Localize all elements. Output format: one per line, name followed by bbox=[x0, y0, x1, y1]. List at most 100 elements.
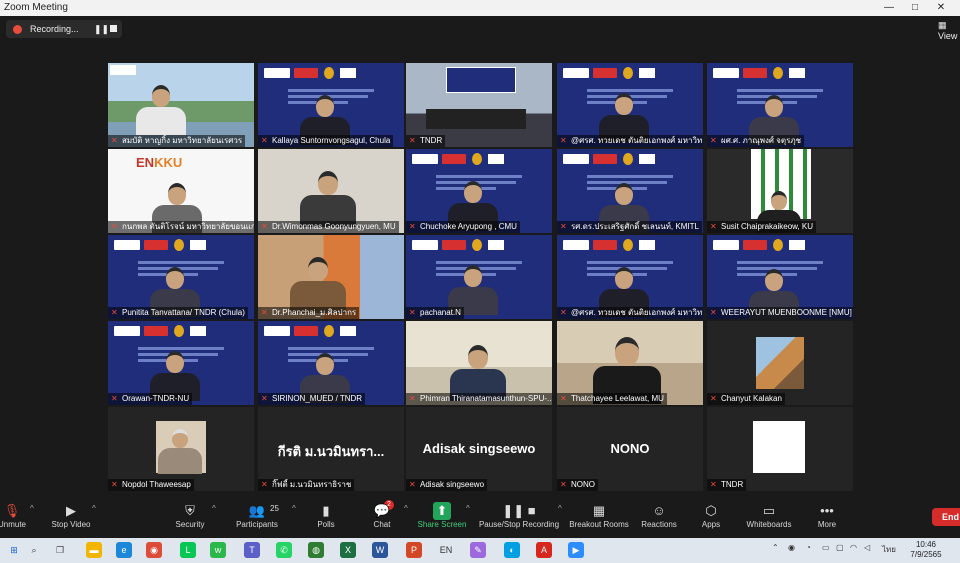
options-caret-icon[interactable]: ^ bbox=[558, 504, 562, 513]
participant-name-label: Nopdol Thaweesap bbox=[108, 479, 194, 491]
options-caret-icon[interactable]: ^ bbox=[404, 504, 408, 513]
security-label: Security bbox=[175, 520, 205, 529]
participant-tile[interactable]: ENKKU กนกพล ตันติโรจน์ มหาวิทยาลัยขอนแก่น… bbox=[108, 149, 254, 233]
chrome-browser-icon[interactable]: ◉ bbox=[146, 542, 162, 558]
participants-button[interactable]: 👥 Participants bbox=[232, 502, 282, 536]
participant-tile[interactable]: Thatchayee Leelawat, MU ✕ bbox=[557, 321, 703, 405]
participant-tile[interactable]: Chuchoke Aryupong , CMU ✕ bbox=[406, 149, 552, 233]
whiteboard-icon: ▭ bbox=[762, 503, 776, 518]
participant-tile[interactable]: สมบัติ หาญกิ้ง มหาวิทยาลัยนเรศวร ✕ bbox=[108, 63, 254, 147]
participant-tile[interactable]: pachanat.N ✕ bbox=[406, 235, 552, 319]
input-language-indicator[interactable]: ไทย bbox=[882, 543, 896, 556]
close-window-button[interactable]: ✕ bbox=[932, 0, 950, 16]
participant-tile[interactable]: Chanyut Kalakan ✕ bbox=[707, 321, 853, 405]
options-caret-icon[interactable]: ^ bbox=[292, 504, 296, 513]
options-caret-icon[interactable]: ^ bbox=[92, 504, 96, 513]
polls-button[interactable]: ▮ Polls bbox=[310, 502, 342, 536]
participant-tile[interactable]: @ศรศ. ทวยเดช ตันติยเอกพงศ์ มหาวิทยาลัยธุ… bbox=[557, 235, 703, 319]
participant-tile[interactable]: Dr.Wimonmas Goonyungyuen, MU ✕ bbox=[258, 149, 404, 233]
apps-button[interactable]: ⬡ Apps bbox=[694, 502, 728, 536]
globe-icon[interactable]: ◐ bbox=[504, 542, 520, 558]
tray-app-icon[interactable]: ◉ bbox=[788, 543, 795, 552]
tray-network-icon[interactable]: ◔ bbox=[806, 543, 811, 552]
recording-button[interactable]: ❚❚ ■ Pause/Stop Recording bbox=[478, 502, 560, 536]
security-button[interactable]: ⛨ Security bbox=[168, 502, 212, 536]
view-button[interactable]: ▦ View bbox=[938, 20, 960, 41]
muted-mic-icon: ✕ bbox=[560, 480, 567, 489]
minimize-button[interactable]: — bbox=[880, 0, 898, 16]
paint-icon[interactable]: ✎ bbox=[470, 542, 486, 558]
muted-mic-icon: ✕ bbox=[261, 308, 268, 317]
participant-tile[interactable]: TNDR ✕ bbox=[406, 63, 552, 147]
participant-tile[interactable]: @ศรศ. ทวยเดช ตันติยเอกพงศ์ มหาวิทยาลัยธุ… bbox=[557, 63, 703, 147]
participant-tile[interactable]: Phimran Thiranatamasunthun-SPU-... ✕ bbox=[406, 321, 552, 405]
whiteboards-button[interactable]: ▭ Whiteboards bbox=[742, 502, 796, 536]
wifi-icon[interactable]: ◠ bbox=[850, 543, 857, 552]
participant-tile[interactable]: Punitita Tanvattana/ TNDR (Chula) ✕ bbox=[108, 235, 254, 319]
recording-label: Pause/Stop Recording bbox=[478, 520, 560, 529]
participant-tile[interactable]: TNDR ✕ bbox=[707, 407, 853, 491]
participant-tile[interactable]: รศ.ดร.ประเสริฐศักดิ์ ชเลนนท์, KMITL ✕ bbox=[557, 149, 703, 233]
participant-tile[interactable]: Dr.Phanchai_ม.ศิลปากร ✕ bbox=[258, 235, 404, 319]
participant-tile[interactable]: Susit Chaiprakaikeow, KU ✕ bbox=[707, 149, 853, 233]
participant-tile[interactable]: ผศ.ศ. ภาณุพงศ์ จตุรภุช ✕ bbox=[707, 63, 853, 147]
reactions-label: Reactions bbox=[641, 520, 677, 529]
options-caret-icon[interactable]: ^ bbox=[212, 504, 216, 513]
chat-button[interactable]: 💬 Chat bbox=[366, 502, 398, 536]
participant-name-label: Kallaya Suntornvongsagul, Chula bbox=[258, 135, 394, 147]
file-explorer-icon[interactable]: ▬ bbox=[86, 542, 102, 558]
teams-icon[interactable]: T bbox=[244, 542, 260, 558]
tray-battery-icon[interactable]: ▭ bbox=[822, 543, 830, 552]
system-clock[interactable]: 10:46 7/9/2565 bbox=[906, 540, 946, 560]
wechat-icon[interactable]: w bbox=[210, 542, 226, 558]
options-caret-icon[interactable]: ^ bbox=[30, 504, 34, 513]
zoom-app-icon[interactable]: ▶ bbox=[568, 542, 584, 558]
participant-tile[interactable]: NONO NONO ✕ bbox=[557, 407, 703, 491]
window-title-bar: Zoom Meeting — □ ✕ bbox=[0, 0, 960, 16]
unmute-button[interactable]: 🎙 Unmute bbox=[0, 502, 34, 536]
windows-start-icon[interactable]: ⊞ bbox=[6, 542, 22, 558]
acrobat-icon[interactable]: A bbox=[536, 542, 552, 558]
video-button[interactable]: ▶ Stop Video bbox=[48, 502, 94, 536]
reactions-button[interactable]: ☺ Reactions bbox=[636, 502, 682, 536]
participant-tile[interactable]: Adisak singseewo Adisak singseewo ✕ bbox=[406, 407, 552, 491]
edge-browser-icon[interactable]: e bbox=[116, 542, 132, 558]
stop-recording-icon[interactable] bbox=[110, 25, 117, 32]
maximize-button[interactable]: □ bbox=[906, 0, 924, 16]
share-arrow-icon: ⬆ bbox=[433, 502, 451, 520]
task-view-icon[interactable]: ❐ bbox=[52, 542, 68, 558]
more-button[interactable]: ••• More bbox=[810, 502, 844, 536]
participant-tile[interactable]: กีรติ ม.นวมินทรา... กิ๊ฟตี้ ม.นวมินทราธิร… bbox=[258, 407, 404, 491]
excel-icon[interactable]: X bbox=[340, 542, 356, 558]
pause-recording-icon[interactable]: ❚❚ bbox=[94, 20, 109, 38]
clock-date: 7/9/2565 bbox=[910, 550, 942, 559]
line-app-icon[interactable]: L bbox=[180, 542, 196, 558]
participant-tile[interactable]: SIRINON_MUED / TNDR ✕ bbox=[258, 321, 404, 405]
tray-display-icon[interactable]: ▢ bbox=[836, 543, 844, 552]
participant-name-label: Dr.Phanchai_ม.ศิลปากร bbox=[258, 307, 360, 319]
muted-mic-icon: ✕ bbox=[111, 394, 118, 403]
share-button[interactable]: ⬆ Share Screen bbox=[416, 502, 468, 536]
participant-name-label: รศ.ดร.ประเสริฐศักดิ์ ชเลนนท์, KMITL bbox=[557, 221, 702, 233]
participant-tile[interactable]: Kallaya Suntornvongsagul, Chula ✕ bbox=[258, 63, 404, 147]
breakout-button[interactable]: ▦ Breakout Rooms bbox=[568, 502, 630, 536]
muted-mic-icon: ✕ bbox=[261, 480, 268, 489]
muted-mic-icon: ✕ bbox=[560, 136, 567, 145]
language-icon[interactable]: EN bbox=[438, 542, 454, 558]
tray-chevron-icon[interactable]: ⌃ bbox=[772, 543, 779, 552]
word-icon[interactable]: W bbox=[372, 542, 388, 558]
participant-tile[interactable]: Orawan-TNDR-NU ✕ bbox=[108, 321, 254, 405]
search-icon[interactable]: ⌕ bbox=[26, 542, 42, 558]
mic-muted-icon: 🎙 bbox=[3, 503, 21, 518]
globe-app-icon[interactable]: ◍ bbox=[308, 542, 324, 558]
volume-icon[interactable]: ◁ bbox=[864, 543, 870, 552]
participant-tile[interactable]: WEERAYUT MUENBOONME [NMU] ✕ bbox=[707, 235, 853, 319]
options-caret-icon[interactable]: ^ bbox=[466, 504, 470, 513]
powerpoint-icon[interactable]: P bbox=[406, 542, 422, 558]
muted-mic-icon: ✕ bbox=[409, 308, 416, 317]
end-meeting-button[interactable]: End bbox=[932, 508, 960, 526]
participant-name-label: ผศ.ศ. ภาณุพงศ์ จตุรภุช bbox=[707, 135, 805, 147]
participant-tile[interactable]: Nopdol Thaweesap ✕ bbox=[108, 407, 254, 491]
whatsapp-icon[interactable]: ✆ bbox=[276, 542, 292, 558]
participant-name-label: Dr.Wimonmas Goonyungyuen, MU bbox=[258, 221, 399, 233]
